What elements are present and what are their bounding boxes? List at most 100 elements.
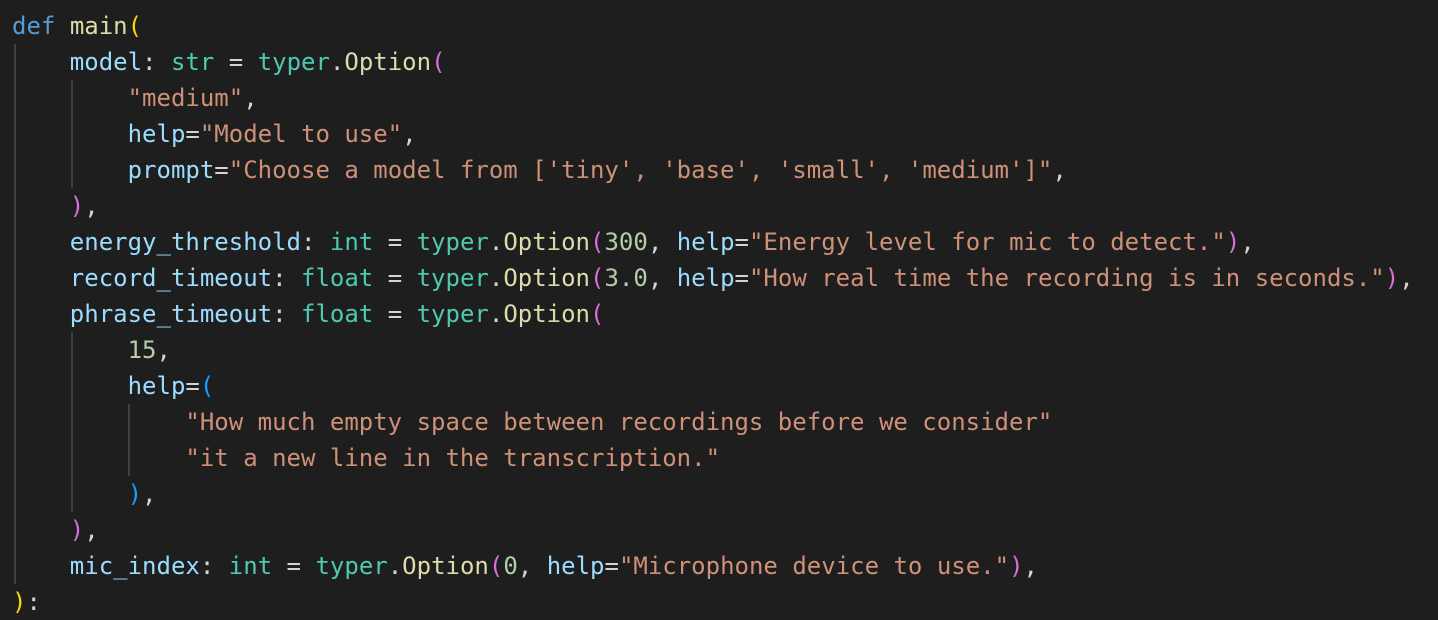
code-token: int <box>329 228 374 256</box>
code-token: ( <box>199 372 215 400</box>
code-token: ( <box>590 264 605 292</box>
code-line: def main( <box>12 8 142 44</box>
code-token: typer <box>257 48 330 76</box>
code-token: , <box>647 264 677 292</box>
code-token: typer <box>416 264 489 292</box>
code-line: energy_threshold: int = typer.Option(300… <box>12 224 1255 260</box>
code-editor[interactable]: def main( model: str = typer.Option( "me… <box>0 0 1438 616</box>
code-token: "Model to use" <box>199 120 403 148</box>
code-token: mic_index <box>69 552 200 580</box>
code-line: ), <box>12 476 157 512</box>
code-token: "Energy level for mic to detect." <box>748 228 1226 256</box>
code-token: . <box>329 48 345 76</box>
code-token: help <box>546 552 605 580</box>
code-token: Option <box>344 48 432 76</box>
code-token: Option <box>503 228 591 256</box>
code-token: ) <box>1225 228 1241 256</box>
code-token: = <box>734 228 749 256</box>
code-token: : <box>199 552 229 580</box>
code-line: "it a new line in the transcription." <box>12 440 720 476</box>
code-token: main <box>69 12 128 40</box>
code-token: phrase_timeout <box>69 300 273 328</box>
code-token: int <box>228 552 273 580</box>
code-token: help <box>676 264 735 292</box>
code-token: def <box>12 12 56 40</box>
code-line: "How much empty space between recordings… <box>12 404 1052 440</box>
code-token: , <box>1399 264 1414 292</box>
code-token: ( <box>431 48 446 76</box>
code-line: model: str = typer.Option( <box>12 44 446 80</box>
code-token: , <box>647 228 677 256</box>
code-token: = <box>214 156 229 184</box>
code-token: typer <box>315 552 388 580</box>
code-token: Option <box>503 264 591 292</box>
code-line: phrase_timeout: float = typer.Option( <box>12 296 605 332</box>
code-token: . <box>488 300 504 328</box>
code-token: ) <box>69 516 85 544</box>
code-token: , <box>1052 156 1067 184</box>
code-token: 0 <box>503 552 518 580</box>
code-token: ( <box>488 552 504 580</box>
code-token: , <box>84 516 99 544</box>
code-token: = <box>272 552 316 580</box>
code-token: record_timeout <box>69 264 273 292</box>
code-token: . <box>488 228 504 256</box>
code-token: "medium" <box>127 84 244 112</box>
code-token: , <box>84 192 99 220</box>
code-token: . <box>387 552 403 580</box>
code-token: = <box>373 264 417 292</box>
code-token: prompt <box>127 156 215 184</box>
code-token: ) <box>127 480 143 508</box>
code-token: = <box>373 300 417 328</box>
code-token: = <box>185 372 200 400</box>
code-line: ), <box>12 188 99 224</box>
code-token: str <box>170 48 215 76</box>
code-token: "Choose a model from ['tiny', 'base', 's… <box>228 156 1053 184</box>
code-token: = <box>214 48 258 76</box>
code-token: typer <box>416 228 489 256</box>
code-token: model <box>69 48 143 76</box>
code-token: energy_threshold <box>69 228 301 256</box>
code-line: "medium", <box>12 80 258 116</box>
code-line: mic_index: int = typer.Option(0, help="M… <box>12 548 1038 584</box>
code-line: 15, <box>12 332 171 368</box>
code-token: , <box>1240 228 1255 256</box>
code-token: typer <box>416 300 489 328</box>
code-token: float <box>301 300 374 328</box>
code-token: ( <box>590 228 605 256</box>
code-token: help <box>676 228 735 256</box>
code-token: . <box>488 264 504 292</box>
code-token: float <box>301 264 374 292</box>
code-token: ) <box>1384 264 1400 292</box>
code-token: , <box>1023 552 1038 580</box>
code-token: 15 <box>127 336 157 364</box>
code-token: , <box>142 480 157 508</box>
code-token: "Microphone device to use." <box>618 552 1010 580</box>
code-token: , <box>156 336 171 364</box>
code-line: help="Model to use", <box>12 116 417 152</box>
code-token: "How real time the recording is in secon… <box>748 264 1385 292</box>
code-token: : <box>272 264 301 292</box>
code-token: Option <box>503 300 591 328</box>
code-token: ) <box>69 192 85 220</box>
code-line: ), <box>12 512 99 548</box>
code-line: ): <box>12 584 41 620</box>
code-token: ) <box>1009 552 1024 580</box>
code-token: help <box>127 372 186 400</box>
code-token: : <box>300 228 330 256</box>
code-token: "How much empty space between recordings… <box>185 408 1053 436</box>
code-token: = <box>604 552 619 580</box>
